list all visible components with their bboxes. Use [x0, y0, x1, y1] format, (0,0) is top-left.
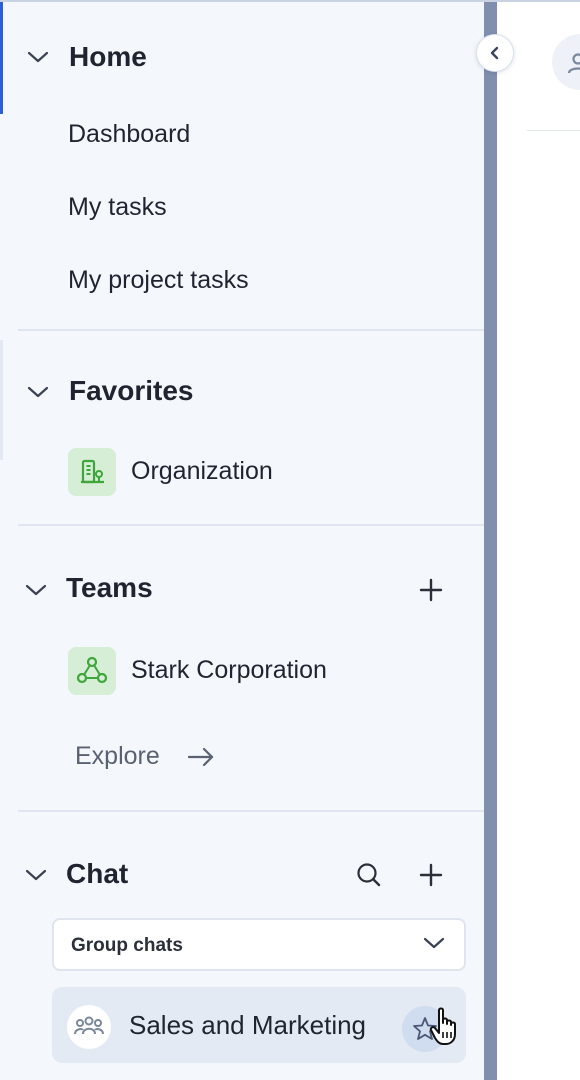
- chevron-down-icon[interactable]: [26, 49, 50, 65]
- hand-cursor-icon: [429, 1007, 456, 1045]
- section-title-favorites[interactable]: Favorites: [69, 375, 194, 407]
- chat-item-label: Sales and Marketing: [129, 1010, 367, 1040]
- favorite-item-organization[interactable]: Organization: [131, 457, 273, 486]
- chat-item-sales-and-marketing[interactable]: Sales and Marketing: [52, 987, 466, 1063]
- chevron-left-icon: [490, 46, 499, 60]
- section-divider: [18, 810, 484, 812]
- chevron-down-icon[interactable]: [26, 384, 50, 400]
- arrow-right-icon: [187, 747, 214, 767]
- nav-item-dashboard[interactable]: Dashboard: [68, 120, 190, 149]
- main-content: [497, 2, 580, 1080]
- active-edge-indicator: [0, 2, 3, 114]
- people-icon: [567, 53, 580, 74]
- sidebar-scrollbar[interactable]: [484, 2, 497, 1080]
- section-title-chat[interactable]: Chat: [66, 858, 128, 890]
- chevron-down-icon[interactable]: [24, 867, 48, 883]
- team-network-icon: [68, 647, 116, 695]
- explore-teams-link[interactable]: Explore: [75, 742, 160, 771]
- main-header-divider: [527, 130, 580, 131]
- collapse-sidebar-button[interactable]: [476, 34, 514, 72]
- add-team-icon[interactable]: [418, 577, 444, 603]
- chat-filter-selected: Group chats: [71, 935, 183, 956]
- section-divider: [18, 329, 484, 331]
- group-avatar: [67, 1005, 111, 1049]
- organization-icon: [68, 448, 116, 496]
- new-chat-icon[interactable]: [418, 862, 444, 888]
- team-item-stark-corporation[interactable]: Stark Corporation: [131, 656, 327, 685]
- section-title-teams[interactable]: Teams: [66, 572, 153, 604]
- section-divider: [18, 524, 484, 526]
- chat-filter-dropdown[interactable]: Group chats: [52, 918, 466, 971]
- chevron-down-icon[interactable]: [24, 582, 48, 598]
- section-title-home[interactable]: Home: [69, 41, 147, 73]
- nav-item-my-project-tasks[interactable]: My project tasks: [68, 266, 249, 295]
- chevron-down-icon: [423, 937, 445, 949]
- nav-item-my-tasks[interactable]: My tasks: [68, 193, 167, 222]
- explore-label: Explore: [75, 742, 160, 770]
- edge-highlight: [0, 340, 3, 460]
- group-icon: [74, 1016, 104, 1035]
- search-icon[interactable]: [355, 861, 383, 889]
